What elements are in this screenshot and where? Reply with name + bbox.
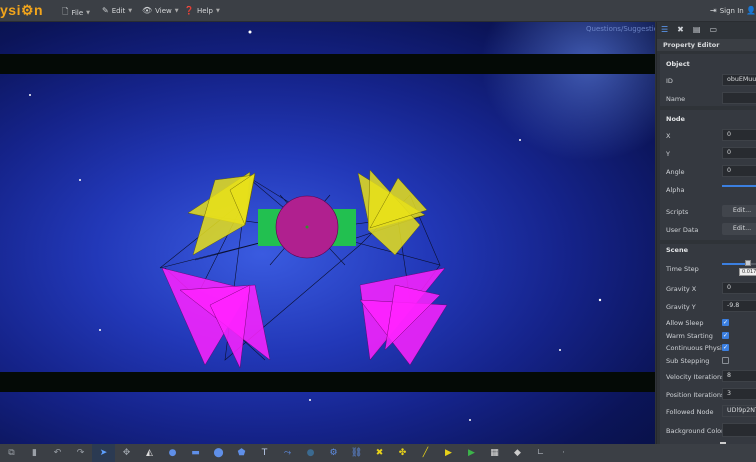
angle-icon[interactable]: ∟: [529, 444, 552, 462]
scripts-edit-button[interactable]: Edit...: [722, 205, 756, 217]
flag-tool-icon[interactable]: ▶: [437, 444, 460, 462]
file-icon: 🗋: [62, 7, 69, 16]
scripts-label: Scripts: [666, 208, 689, 216]
weld-joint-icon[interactable]: ✤: [391, 444, 414, 462]
position-iterations-field[interactable]: 3: [722, 388, 756, 400]
yellow-right-shapes: [357, 169, 428, 256]
slider-handle[interactable]: [745, 260, 751, 266]
id-label: ID: [666, 77, 673, 85]
time-step-tooltip: 0.017: [739, 268, 756, 276]
help-icon: ❓: [184, 6, 194, 15]
menu-file[interactable]: 🗋 File ▼: [62, 6, 90, 20]
continuous-physics-checkbox[interactable]: ✓: [722, 344, 729, 351]
app-logo[interactable]: ysi⚙n: [0, 2, 43, 19]
menu-edit[interactable]: ✎ Edit ▼: [102, 6, 132, 15]
move-tool-icon[interactable]: ✥: [115, 444, 138, 462]
print-icon[interactable]: ▤: [693, 25, 701, 34]
alpha-label: Alpha: [666, 186, 685, 194]
bottom-toolbar: ⧉ ▮ ↶ ↷ ➤ ✥ ◭ ● ▬ ⬤ ⬟ T ⤳ ● ⚙ ⛓ ✖ ✤ ╱ ▶ …: [0, 444, 756, 462]
id-field[interactable]: obuEMuuV: [722, 74, 756, 86]
chevron-down-icon: ▼: [86, 10, 91, 16]
copy-icon[interactable]: ⧉: [0, 444, 23, 462]
x-field[interactable]: 0: [722, 129, 756, 141]
scene-canvas[interactable]: Questions/Suggestions: [0, 22, 655, 444]
name-label: Name: [666, 95, 686, 103]
section-object: Object: [666, 60, 690, 68]
point-icon[interactable]: ·: [552, 444, 575, 462]
yellow-left-shapes: [187, 171, 256, 256]
path-tool-icon[interactable]: ⤳: [276, 444, 299, 462]
undo-icon[interactable]: ↶: [46, 444, 69, 462]
continuous-physics-label: Continuous Physics: [666, 344, 729, 352]
sub-stepping-checkbox[interactable]: [722, 357, 729, 364]
warm-starting-checkbox[interactable]: ✓: [722, 332, 729, 339]
redo-icon[interactable]: ↷: [69, 444, 92, 462]
warm-starting-label: Warm Starting: [666, 332, 713, 340]
allow-sleep-label: Allow Sleep: [666, 319, 704, 327]
select-tool-icon[interactable]: ➤: [92, 444, 115, 462]
allow-sleep-checkbox[interactable]: ✓: [722, 319, 729, 326]
paste-icon[interactable]: ▮: [23, 444, 46, 462]
user-icon[interactable]: 👤: [746, 6, 756, 15]
velocity-iterations-field[interactable]: 8: [722, 370, 756, 382]
tools-icon[interactable]: ✖: [677, 25, 684, 34]
section-node: Node: [666, 115, 685, 123]
scene-shapes[interactable]: [0, 22, 655, 444]
section-scene: Scene: [666, 246, 688, 254]
eye-icon: 👁: [142, 6, 153, 15]
polygon-tool-icon[interactable]: ⬤: [207, 444, 230, 462]
pentagon-tool-icon[interactable]: ⬟: [230, 444, 253, 462]
circle-tool-icon[interactable]: ●: [161, 444, 184, 462]
text-tool-icon[interactable]: T: [253, 444, 276, 462]
panel-tabs: ☰ ✖ ▤ ▭: [657, 22, 717, 36]
line-tool-icon[interactable]: ╱: [414, 444, 437, 462]
sub-stepping-label: Sub Stepping: [666, 357, 710, 365]
velocity-iterations-label: Velocity Iterations: [666, 373, 725, 381]
alpha-slider[interactable]: [722, 185, 756, 187]
angle-field[interactable]: 0: [722, 165, 756, 177]
grid-icon[interactable]: ▦: [483, 444, 506, 462]
sign-in-icon: ⇥: [710, 6, 717, 15]
image-icon[interactable]: ▭: [709, 25, 717, 34]
magenta-right-shapes: [359, 267, 448, 366]
link-joint-icon[interactable]: ⛓: [345, 444, 368, 462]
gravity-x-label: Gravity X: [666, 285, 697, 293]
position-iterations-label: Position Iterations: [666, 391, 725, 399]
sign-in-button[interactable]: ⇥ Sign In: [710, 6, 744, 15]
background-color-picker[interactable]: [722, 423, 756, 437]
time-step-slider[interactable]: [722, 260, 756, 266]
user-data-edit-button[interactable]: Edit...: [722, 223, 756, 235]
gravity-y-field[interactable]: -9.8: [722, 300, 756, 312]
pencil-icon: ✎: [102, 6, 109, 15]
angle-label: Angle: [666, 168, 685, 176]
list-icon[interactable]: ☰: [661, 25, 668, 34]
followed-node-select[interactable]: UDl9p2NT: [722, 405, 756, 417]
menu-help[interactable]: ❓ Help ▼: [184, 6, 220, 15]
x-joint-icon[interactable]: ✖: [368, 444, 391, 462]
chevron-down-icon: ▼: [174, 7, 179, 14]
gear-tool-icon[interactable]: ⚙: [322, 444, 345, 462]
chevron-down-icon: ▼: [215, 7, 220, 14]
play-icon[interactable]: ▶: [460, 444, 483, 462]
top-bar: ysi⚙n 🗋 File ▼ ✎ Edit ▼ 👁 View ▼ ❓ Help ▼ ⇥ Sign …: [0, 0, 756, 22]
y-field[interactable]: 0: [722, 147, 756, 159]
property-editor-title: Property Editor: [657, 39, 756, 51]
x-label: X: [666, 132, 671, 140]
menu-view[interactable]: 👁 View ▼: [142, 6, 179, 15]
rectangle-tool-icon[interactable]: ▬: [184, 444, 207, 462]
physics-icon[interactable]: ◆: [506, 444, 529, 462]
name-field[interactable]: [722, 92, 756, 104]
magenta-left-shapes: [161, 267, 271, 369]
y-label: Y: [666, 150, 670, 158]
disc-tool-icon[interactable]: ●: [299, 444, 322, 462]
time-step-label: Time Step: [666, 265, 699, 273]
background-color-label: Background Color: [666, 427, 724, 435]
user-data-label: User Data: [666, 226, 699, 234]
gravity-x-field[interactable]: 0: [722, 282, 756, 294]
gravity-y-label: Gravity Y: [666, 303, 696, 311]
followed-node-label: Followed Node: [666, 408, 714, 416]
mirror-tool-icon[interactable]: ◭: [138, 444, 161, 462]
chevron-down-icon: ▼: [128, 7, 133, 14]
